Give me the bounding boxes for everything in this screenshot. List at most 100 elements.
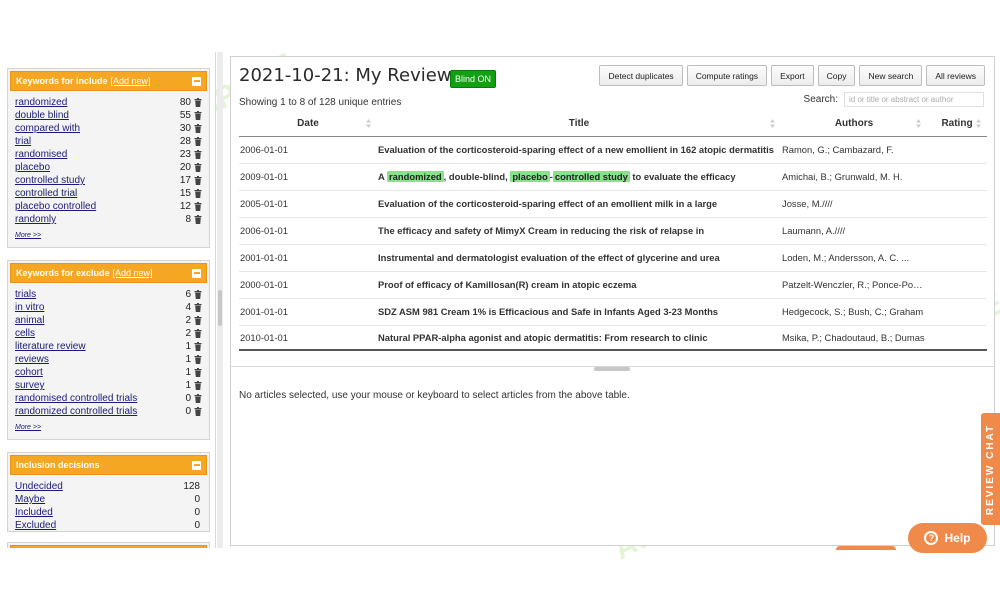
keyword-link[interactable]: randomised: [15, 149, 180, 160]
trash-icon[interactable]: [194, 368, 202, 377]
keyword-count: 128: [183, 481, 200, 492]
include-keywords-panel: Keywords for include [Add new] randomize…: [7, 68, 210, 248]
keyword-link[interactable]: placebo controlled: [15, 201, 180, 212]
rating-header-label: Rating: [941, 117, 973, 129]
trash-icon[interactable]: [194, 394, 202, 403]
table-row[interactable]: 2005-01-01 Evaluation of the corticoster…: [239, 190, 987, 218]
minimize-icon[interactable]: [192, 76, 201, 86]
table-row[interactable]: 2006-01-01 Evaluation of the corticoster…: [239, 136, 987, 164]
keyword-link[interactable]: randomised controlled trials: [15, 393, 185, 404]
inclusion-decisions-panel: Inclusion decisions Undecided 128 Maybe 0 In…: [7, 452, 210, 532]
keyword-link[interactable]: Excluded: [15, 520, 194, 531]
keyword-link[interactable]: in vitro: [15, 302, 185, 313]
keyword-link[interactable]: Included: [15, 507, 194, 518]
trash-icon[interactable]: [194, 189, 202, 198]
keyword-link[interactable]: cells: [15, 328, 185, 339]
trash-icon[interactable]: [194, 355, 202, 364]
keyword-link[interactable]: double blind: [15, 110, 180, 121]
table-row[interactable]: 2010-01-01 Natural PPAR-alpha agonist an…: [239, 325, 987, 351]
row-rating: [927, 190, 987, 218]
trash-icon[interactable]: [194, 342, 202, 351]
detail-empty-message: No articles selected, use your mouse or …: [239, 390, 630, 401]
trash-icon[interactable]: [194, 202, 202, 211]
keyword-count: 12: [179, 201, 191, 212]
row-date: 2009-01-01: [239, 163, 377, 191]
help-button[interactable]: ? Help: [908, 523, 987, 553]
keyword-link[interactable]: controlled study: [15, 175, 180, 186]
trash-icon[interactable]: [194, 329, 202, 338]
keyword-link[interactable]: reviews: [15, 354, 185, 365]
list-item: randomized controlled trials 0: [15, 405, 202, 418]
row-date: 2006-01-01: [239, 136, 377, 164]
rating-column-header[interactable]: Rating: [927, 111, 987, 137]
table-row[interactable]: 2000-01-01 Proof of efficacy of Kamillos…: [239, 271, 987, 299]
exclude-add-new-link[interactable]: [Add new]: [113, 268, 153, 278]
trash-icon[interactable]: [194, 407, 202, 416]
keyword-link[interactable]: literature review: [15, 341, 185, 352]
authors-column-header[interactable]: Authors: [781, 111, 927, 137]
table-row[interactable]: 2001-01-01 Instrumental and dermatologis…: [239, 244, 987, 272]
keyword-link[interactable]: placebo: [15, 162, 180, 173]
keyword-link[interactable]: randomly: [15, 214, 185, 225]
trash-icon[interactable]: [194, 381, 202, 390]
all-reviews-button[interactable]: All reviews: [926, 65, 985, 86]
trash-icon[interactable]: [194, 290, 202, 299]
table-row[interactable]: 2006-01-01 The efficacy and safety of Mi…: [239, 217, 987, 245]
keyword-link[interactable]: trial: [15, 136, 180, 147]
include-add-new-link[interactable]: [Add new]: [111, 76, 151, 86]
trash-icon[interactable]: [194, 150, 202, 159]
title-column-header[interactable]: Title: [377, 111, 781, 137]
trash-icon[interactable]: [194, 137, 202, 146]
trash-icon[interactable]: [194, 163, 202, 172]
keyword-link[interactable]: survey: [15, 380, 185, 391]
toolbar: Detect duplicates Compute ratings Export…: [599, 65, 985, 86]
keyword-link[interactable]: randomized controlled trials: [15, 406, 185, 417]
keyword-count: 28: [179, 136, 191, 147]
keyword-count: 0: [194, 520, 200, 531]
table-row[interactable]: 2001-01-01 SDZ ASM 981 Cream 1% is Effic…: [239, 298, 987, 326]
authors-header-label: Authors: [834, 117, 874, 129]
date-header-label: Date: [297, 117, 319, 129]
list-item: survey 1: [15, 379, 202, 392]
export-button[interactable]: Export: [771, 65, 814, 86]
list-item: literature review 1: [15, 340, 202, 353]
keyword-link[interactable]: controlled trial: [15, 188, 180, 199]
keyword-link[interactable]: compared with: [15, 123, 180, 134]
review-chat-tab[interactable]: REVIEW CHAT: [981, 413, 1000, 525]
new-search-button[interactable]: New search: [859, 65, 923, 86]
sidebar-resize-handle[interactable]: [217, 52, 223, 548]
detect-duplicates-button[interactable]: Detect duplicates: [599, 65, 683, 86]
minimize-icon[interactable]: [192, 460, 201, 470]
copy-button[interactable]: Copy: [817, 65, 856, 86]
keyword-link[interactable]: Maybe: [15, 494, 194, 505]
compute-ratings-button[interactable]: Compute ratings: [686, 65, 768, 86]
minimize-icon[interactable]: [192, 268, 201, 278]
trash-icon[interactable]: [194, 176, 202, 185]
table-row[interactable]: 2009-01-01 A randomized, double-blind, p…: [239, 163, 987, 191]
exclude-keywords-title: Keywords for exclude: [16, 268, 110, 278]
trash-icon[interactable]: [194, 215, 202, 224]
keyword-link[interactable]: trials: [15, 289, 185, 300]
keyword-link[interactable]: animal: [15, 315, 185, 326]
sort-icon: [770, 119, 775, 128]
trash-icon[interactable]: [194, 124, 202, 133]
trash-icon[interactable]: [194, 316, 202, 325]
detail-resize-handle[interactable]: [231, 366, 994, 371]
collapsed-panel-header: [10, 545, 207, 548]
date-column-header[interactable]: Date: [239, 111, 377, 137]
trash-icon[interactable]: [194, 98, 202, 107]
list-item: compared with 30: [15, 122, 202, 135]
blind-status-badge[interactable]: Blind ON: [450, 70, 497, 88]
trash-icon[interactable]: [194, 111, 202, 120]
row-date: 2001-01-01: [239, 244, 377, 272]
search-input[interactable]: id or title or abstract or author: [844, 92, 984, 107]
include-more-link[interactable]: More >>: [8, 226, 209, 243]
keyword-highlight: randomized: [387, 171, 444, 182]
keyword-count: 6: [185, 289, 191, 300]
keyword-link[interactable]: Undecided: [15, 481, 183, 492]
trash-icon[interactable]: [194, 303, 202, 312]
keyword-link[interactable]: randomized: [15, 97, 180, 108]
keyword-link[interactable]: cohort: [15, 367, 185, 378]
exclude-more-link[interactable]: More >>: [8, 418, 209, 435]
title-text: to evaluate the efficacy: [629, 171, 736, 182]
